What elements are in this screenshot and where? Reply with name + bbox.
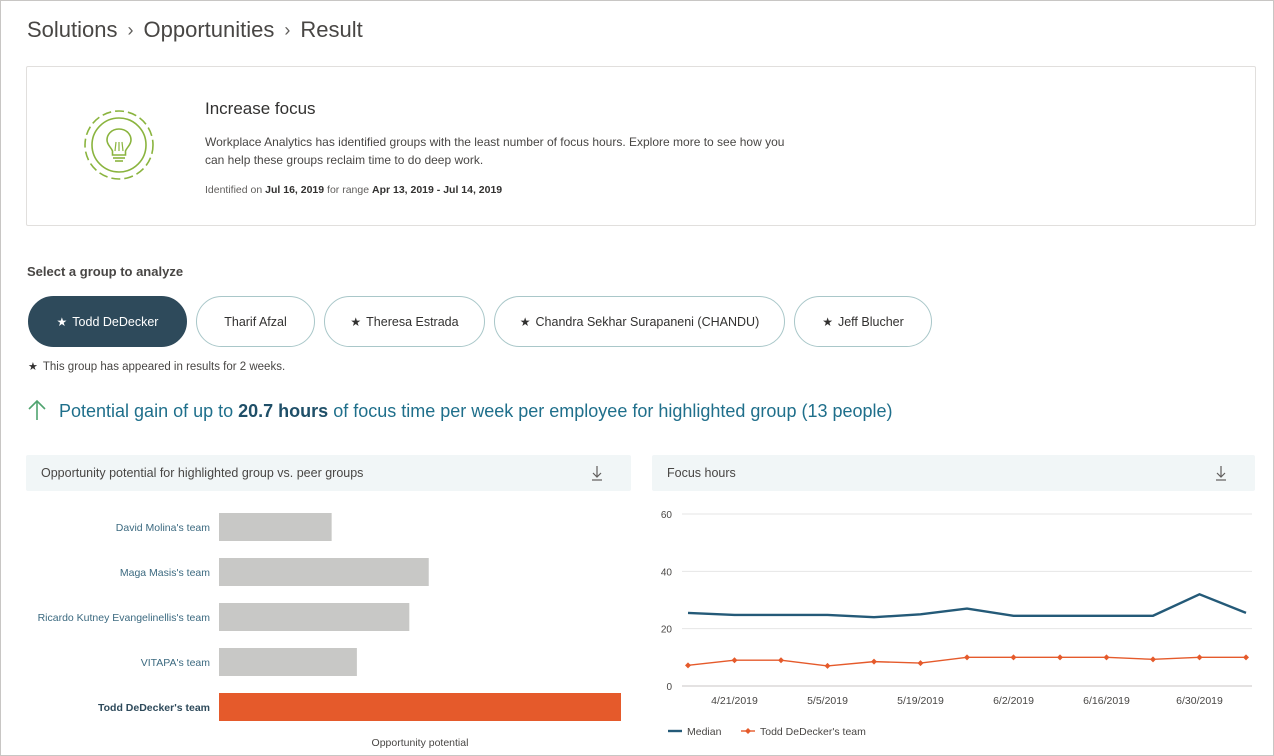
identified-date: Jul 16, 2019 [265,184,325,196]
star-icon: ★ [28,361,38,373]
legend-team-marker [745,728,751,734]
team-data-point [1057,654,1063,661]
x-tick-label: 6/30/2019 [1176,695,1223,707]
gain-value: 20.7 hours [238,401,329,421]
download-icon[interactable] [1215,464,1227,482]
x-tick-label: 6/16/2019 [1083,695,1130,707]
y-tick-label: 0 [666,682,672,693]
bar-category-label: Todd DeDecker's team [98,702,210,714]
star-icon: ★ [56,314,68,329]
identified-prefix: Identified on [205,184,266,196]
range-prefix: for range [324,184,372,196]
team-data-point [1010,654,1017,661]
team-data-point [1150,656,1156,663]
team-data-point [871,658,877,665]
y-tick-label: 20 [661,625,673,636]
group-pill-label: Theresa Estrada [366,314,459,329]
legend-median-label: Median [687,726,722,738]
legend-team-label: Todd DeDecker's team [760,726,866,738]
gain-suffix: of focus time per week per employee for … [328,401,893,421]
potential-gain: Potential gain of up to 20.7 hours of fo… [27,399,893,422]
chevron-right-icon: › [127,19,134,40]
bar-category-label: Ricardo Kutney Evangelinellis's team [38,612,211,624]
insight-title: Increase focus [205,99,316,118]
arrow-up-icon [28,399,46,420]
team-data-point [731,657,738,664]
focus-hours-panel-title: Focus hours [667,466,736,480]
team-data-point [1196,654,1203,661]
date-range: Apr 13, 2019 - Jul 14, 2019 [371,184,503,196]
y-tick-label: 60 [661,510,673,521]
group-pill-jeff-blucher[interactable]: ★ Jeff Blucher [794,296,932,347]
team-data-point [917,660,924,667]
star-icon: ★ [350,314,362,329]
chevron-right-icon: › [284,19,291,40]
opportunity-bar-chart: David Molina's team Maga Masis's team Rica… [38,513,621,749]
bar-category-label: David Molina's team [116,522,210,534]
group-pill-theresa-estrada[interactable]: ★ Theresa Estrada [324,296,485,347]
breadcrumb-result: Result [300,17,363,42]
x-tick-label: 5/19/2019 [897,695,944,707]
star-icon: ★ [519,314,531,329]
group-note-text: This group has appeared in results for 2… [42,361,286,373]
team-data-point [824,662,831,669]
bar [219,693,621,721]
insight-card: Increase focus Workplace Analytics has i… [26,66,1256,226]
breadcrumb: Solutions › Opportunities › Result [27,17,363,43]
team-data-point [964,654,970,661]
team-data-point [1103,654,1110,661]
x-tick-label: 6/2/2019 [993,695,1034,707]
bar [219,603,410,631]
focus-hours-line-chart: 0 20 40 60 4/21/2019 5/5/2019 5/19/2019 6/2/201… [661,510,1252,738]
group-pill-todd-dedecker[interactable]: ★ Todd DeDecker [28,296,187,347]
group-pill-label: Todd DeDecker [72,314,159,329]
team-data-point [778,657,784,664]
opportunity-panel-header: Opportunity potential for highlighted gr… [26,455,631,491]
x-tick-label: 5/5/2019 [807,695,848,707]
team-data-point [1243,654,1249,661]
insight-identified: Identified on Jul 16, 2019 for range Apr… [205,184,502,196]
group-note: ★ This group has appeared in results for … [28,360,285,373]
group-select-label: Select a group to analyze [27,264,184,279]
bar [219,513,332,541]
group-pill-tharif-afzal[interactable]: Tharif Afzal [196,296,315,347]
opportunity-panel-title: Opportunity potential for highlighted gr… [41,466,364,480]
lightbulb-icon [84,110,154,180]
x-tick-label: 4/21/2019 [711,695,758,707]
group-pill-chandra-sekhar[interactable]: ★ Chandra Sekhar Surapaneni (CHANDU) [494,296,785,347]
breadcrumb-opportunities[interactable]: Opportunities [144,17,275,43]
team-data-point [685,662,691,669]
download-icon[interactable] [591,464,603,482]
insight-description: Workplace Analytics has identified group… [205,135,785,167]
gain-prefix: Potential gain of up to [59,401,239,421]
group-pill-label: Tharif Afzal [224,314,287,329]
x-axis-label: Opportunity potential [372,737,469,749]
median-series-line [687,592,1247,619]
y-tick-label: 40 [661,567,673,578]
bar-category-label: Maga Masis's team [120,567,210,579]
star-icon: ★ [822,314,833,329]
focus-hours-panel-header: Focus hours [652,455,1255,491]
breadcrumb-solutions[interactable]: Solutions [27,17,118,43]
group-pill-label: Chandra Sekhar Surapaneni (CHANDU) [535,314,760,329]
bar-category-label: VITAPA's team [141,657,211,669]
bar [219,558,429,586]
group-pill-label: Jeff Blucher [837,314,904,329]
bar [219,648,357,676]
